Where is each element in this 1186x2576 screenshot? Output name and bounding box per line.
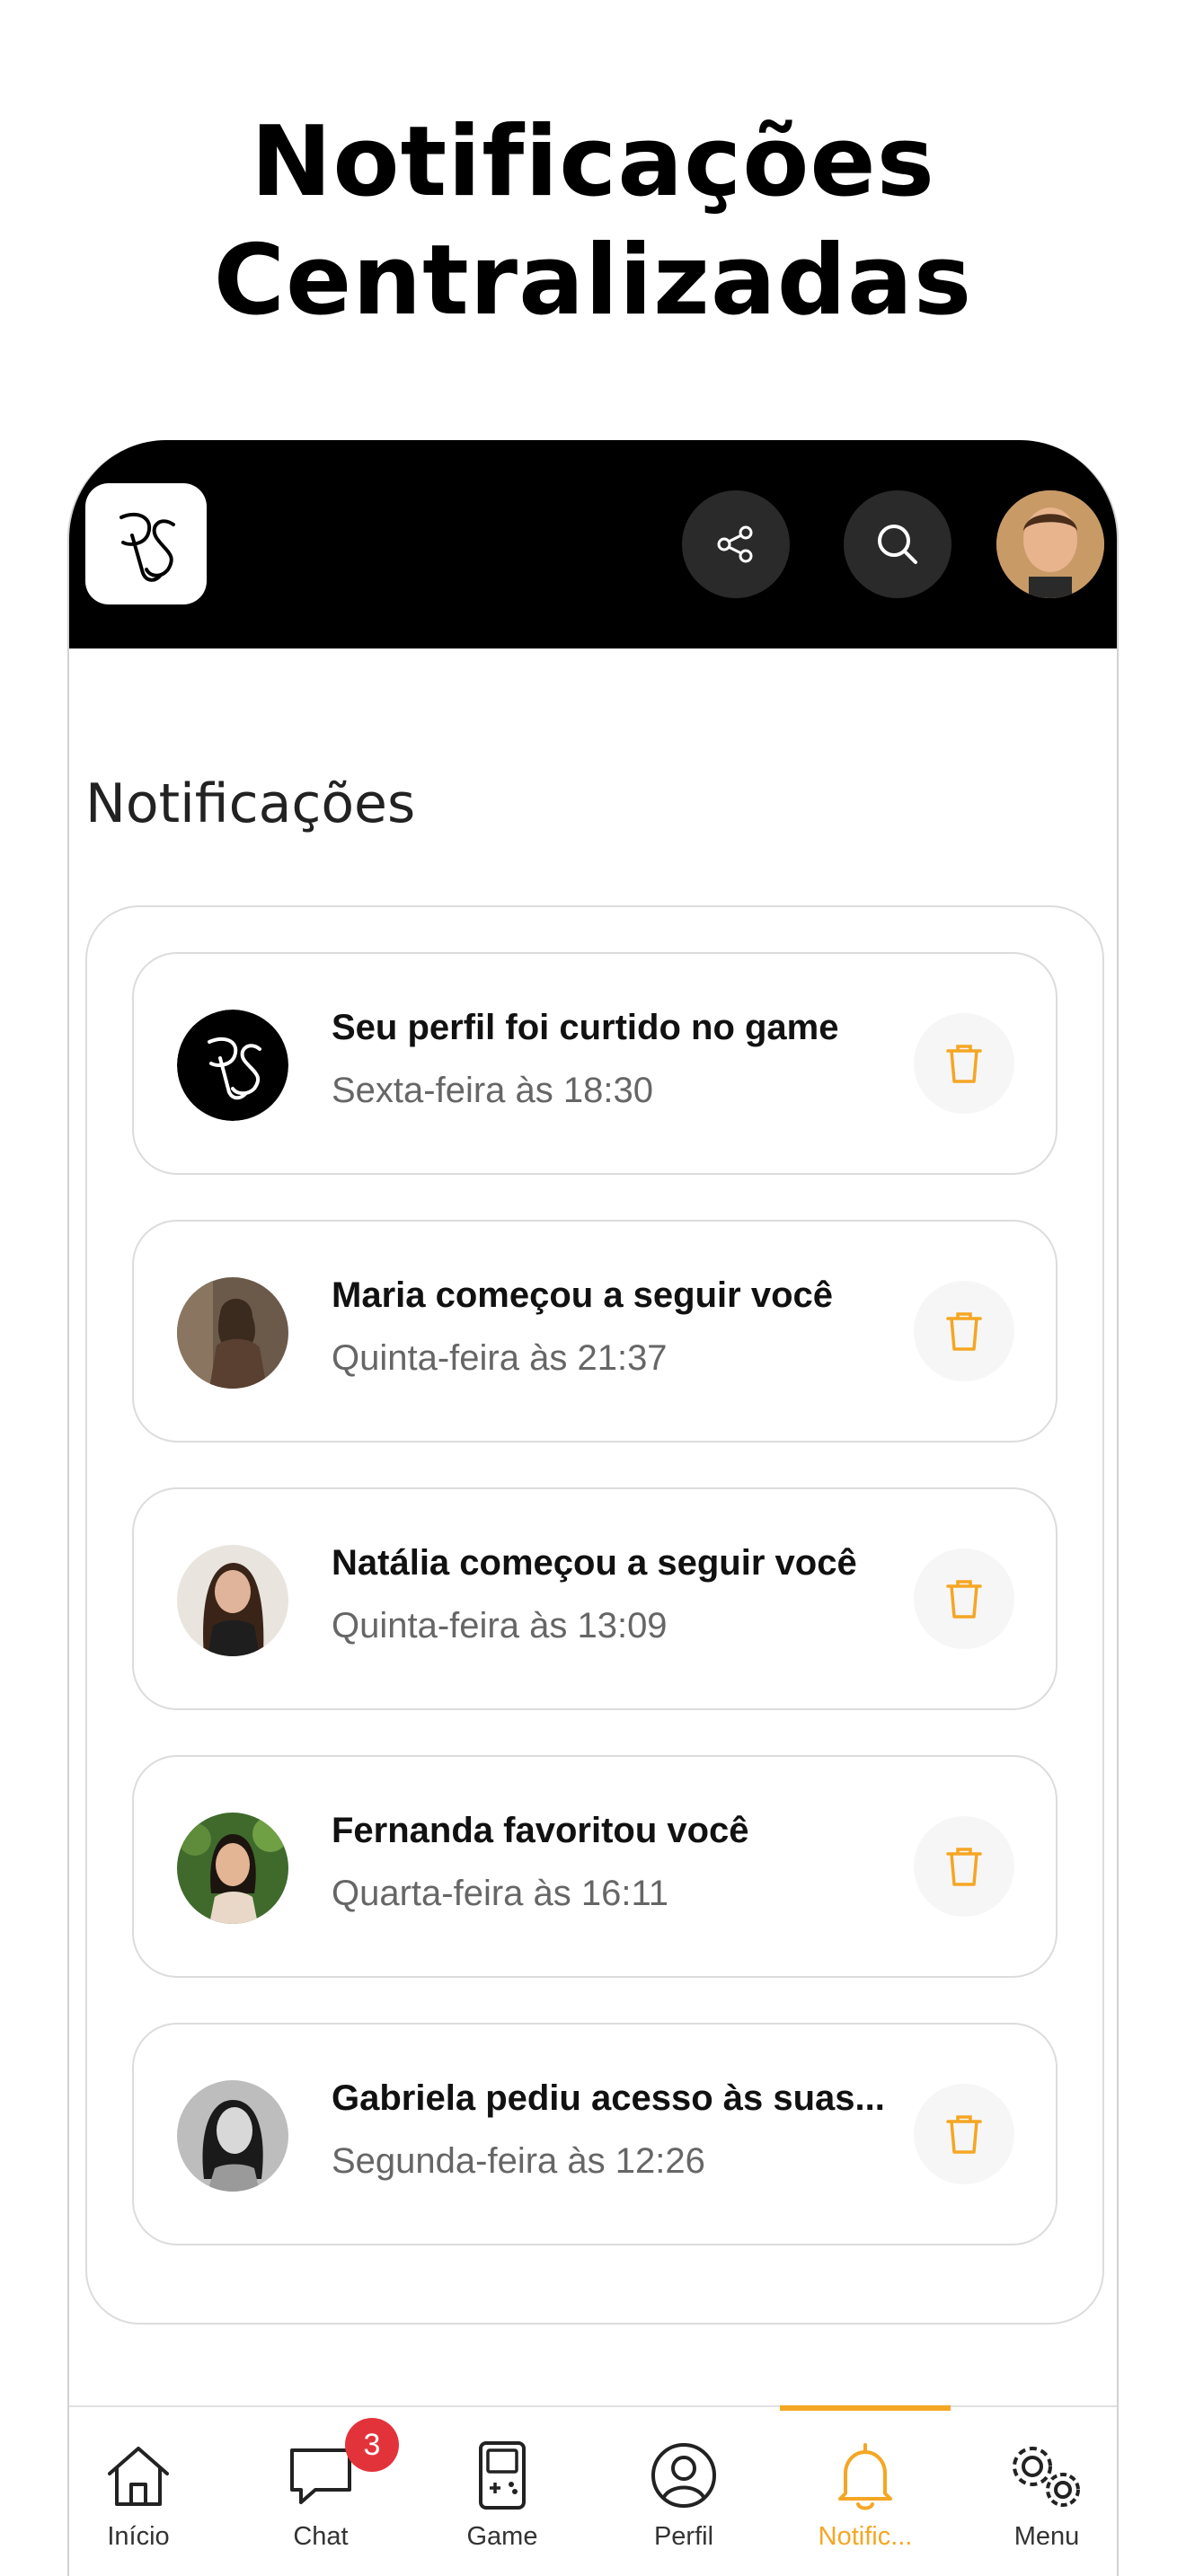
page-title: Notificações	[85, 772, 416, 835]
app-logo[interactable]	[85, 483, 207, 604]
notification-time: Sexta-feira às 18:30	[332, 1071, 653, 1110]
nav-label: Menu	[1013, 2522, 1080, 2551]
notification-title: Seu perfil foi curtido no game	[332, 1008, 839, 1047]
notification-card[interactable]: Seu perfil foi curtido no game Sexta-fei…	[132, 952, 1058, 1175]
fernanda-avatar-image	[177, 1813, 288, 1924]
gabriela-avatar-image	[177, 2080, 288, 2192]
notification-card[interactable]: Gabriela pediu acesso às suas... Segunda…	[132, 2023, 1058, 2245]
share-button[interactable]	[682, 490, 790, 598]
delete-button[interactable]	[914, 1281, 1014, 1381]
notification-time: Quinta-feira às 13:09	[332, 1606, 668, 1645]
search-icon	[878, 525, 917, 564]
trash-icon	[946, 1312, 982, 1351]
nav-item-game[interactable]: Game	[417, 2407, 588, 2576]
gears-icon	[1013, 2447, 1080, 2507]
notification-title: Natália começou a seguir você	[332, 1543, 857, 1583]
notification-title: Gabriela pediu acesso às suas...	[332, 2078, 885, 2118]
nav-item-menu[interactable]: Menu	[961, 2407, 1117, 2576]
notification-card[interactable]: Fernanda favoritou você Quarta-feira às …	[132, 1755, 1058, 1978]
notification-title: Maria começou a seguir você	[332, 1275, 834, 1315]
headline: Notificações Centralizadas	[0, 103, 1186, 340]
nav-item-notificacoes[interactable]: Notific...	[780, 2405, 951, 2576]
headline-line-2: Centralizadas	[213, 225, 973, 337]
nav-item-chat[interactable]: 3 Chat	[235, 2407, 406, 2576]
natalia-avatar-image	[177, 1545, 288, 1656]
notification-time: Segunda-feira às 12:26	[332, 2141, 705, 2181]
nav-item-perfil[interactable]: Perfil	[598, 2407, 769, 2576]
notification-avatar	[177, 1277, 288, 1389]
bottom-nav: Início 3 Chat Game Perfil Notific... Men…	[69, 2405, 1117, 2576]
notification-time: Quinta-feira às 21:37	[332, 1338, 668, 1378]
user-avatar[interactable]	[996, 490, 1104, 598]
rs-logo-avatar-icon	[177, 1010, 288, 1121]
rs-logo-icon	[119, 512, 175, 582]
share-icon	[717, 525, 753, 563]
nav-label: Perfil	[653, 2522, 714, 2551]
notification-time: Quarta-feira às 16:11	[332, 1874, 669, 1913]
delete-button[interactable]	[914, 2084, 1014, 2184]
notification-avatar	[177, 1545, 288, 1656]
nav-item-inicio[interactable]: Início	[69, 2407, 224, 2576]
trash-icon	[946, 2115, 982, 2154]
gameboy-icon	[479, 2441, 526, 2510]
bell-icon	[838, 2443, 892, 2510]
home-icon	[108, 2447, 169, 2506]
trash-icon	[946, 1580, 982, 1619]
headline-line-1: Notificações	[251, 106, 935, 218]
active-tab-indicator	[780, 2405, 951, 2411]
delete-button[interactable]	[914, 1816, 1014, 1917]
app-bar	[69, 440, 1117, 648]
maria-avatar-image	[177, 1277, 288, 1389]
chat-badge: 3	[345, 2418, 399, 2472]
notification-avatar	[177, 1010, 288, 1121]
trash-icon	[946, 1045, 982, 1083]
notification-title: Fernanda favoritou você	[332, 1811, 749, 1850]
notification-avatar	[177, 2080, 288, 2192]
delete-button[interactable]	[914, 1548, 1014, 1649]
search-button[interactable]	[844, 490, 951, 598]
nav-label: Game	[466, 2522, 538, 2551]
user-avatar-image	[996, 490, 1104, 598]
notification-card[interactable]: Maria começou a seguir você Quinta-feira…	[132, 1220, 1058, 1442]
notification-card[interactable]: Natália começou a seguir você Quinta-fei…	[132, 1487, 1058, 1710]
nav-label: Chat	[293, 2522, 349, 2551]
notifications-panel: Seu perfil foi curtido no game Sexta-fei…	[85, 905, 1104, 2325]
phone-frame: Notificações Seu perfil foi curtido no g…	[67, 440, 1119, 2576]
profile-icon	[651, 2443, 716, 2508]
nav-label: Início	[107, 2522, 170, 2551]
notification-avatar	[177, 1813, 288, 1924]
nav-label: Notific...	[818, 2522, 913, 2551]
trash-icon	[946, 1848, 982, 1886]
delete-button[interactable]	[914, 1013, 1014, 1114]
